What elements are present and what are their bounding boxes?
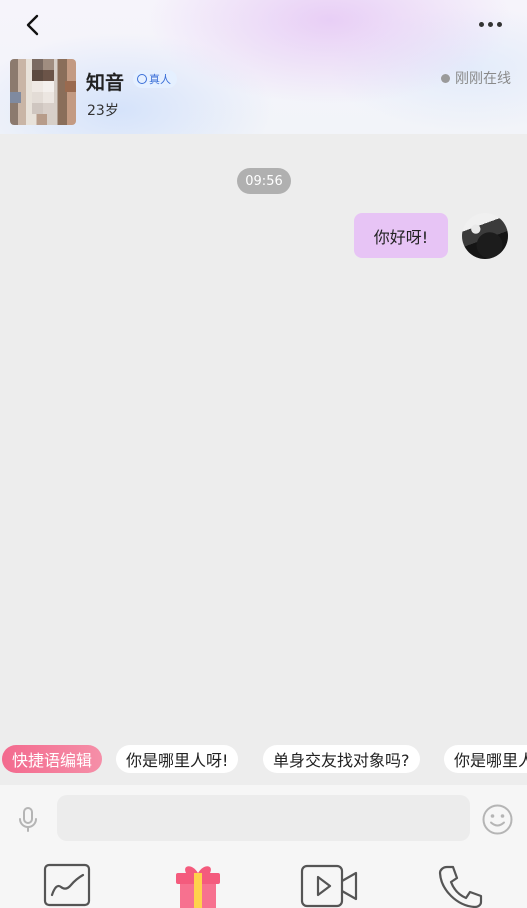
contact-name: 知音 — [86, 72, 125, 94]
smiley-icon — [482, 804, 513, 835]
more-dots-icon — [478, 21, 484, 27]
microphone-icon — [19, 807, 37, 832]
image-icon — [43, 863, 91, 907]
chevron-left-icon — [26, 14, 39, 36]
voice-input-button[interactable] — [13, 804, 43, 834]
back-button[interactable] — [18, 10, 48, 40]
message-bubble[interactable]: 你好呀! — [354, 213, 448, 258]
chat-header: 知音 真人 23岁 刚刚在线 — [0, 0, 527, 134]
contact-age: 23岁 — [87, 103, 119, 119]
contact-avatar[interactable] — [10, 59, 76, 125]
gift-icon — [176, 866, 220, 908]
status-dot-icon — [441, 73, 450, 83]
emoji-button[interactable] — [481, 803, 514, 836]
more-options-button[interactable] — [473, 12, 507, 36]
status-text: 刚刚在线 — [455, 71, 511, 87]
bottom-toolbar — [0, 849, 527, 908]
online-status: 刚刚在线 — [441, 68, 511, 88]
quick-phrase-chip[interactable]: 你是哪里人呀! — [116, 745, 239, 773]
quick-phrase-edit-button[interactable]: 快捷语编辑 — [2, 745, 103, 773]
verified-badge: 真人 — [133, 70, 177, 88]
verified-label: 真人 — [149, 73, 171, 86]
quick-phrase-chip[interactable]: 单身交友找对象吗? — [263, 745, 420, 773]
voice-call-button[interactable] — [437, 864, 483, 908]
photo-button[interactable] — [43, 863, 91, 908]
quick-phrase-bar: 快捷语编辑 你是哪里人呀! 单身交友找对象吗? 你是哪里人 — [0, 741, 527, 777]
quick-phrase-chip[interactable]: 你是哪里人 — [444, 745, 527, 773]
gift-button[interactable] — [174, 861, 222, 908]
my-avatar[interactable] — [462, 213, 508, 259]
video-call-button[interactable] — [300, 864, 358, 908]
verified-icon — [137, 74, 147, 84]
message-timestamp: 09:56 — [237, 168, 291, 194]
phone-icon — [438, 865, 483, 908]
input-bar — [0, 785, 527, 849]
video-camera-icon — [300, 864, 358, 908]
message-input[interactable] — [57, 795, 470, 841]
